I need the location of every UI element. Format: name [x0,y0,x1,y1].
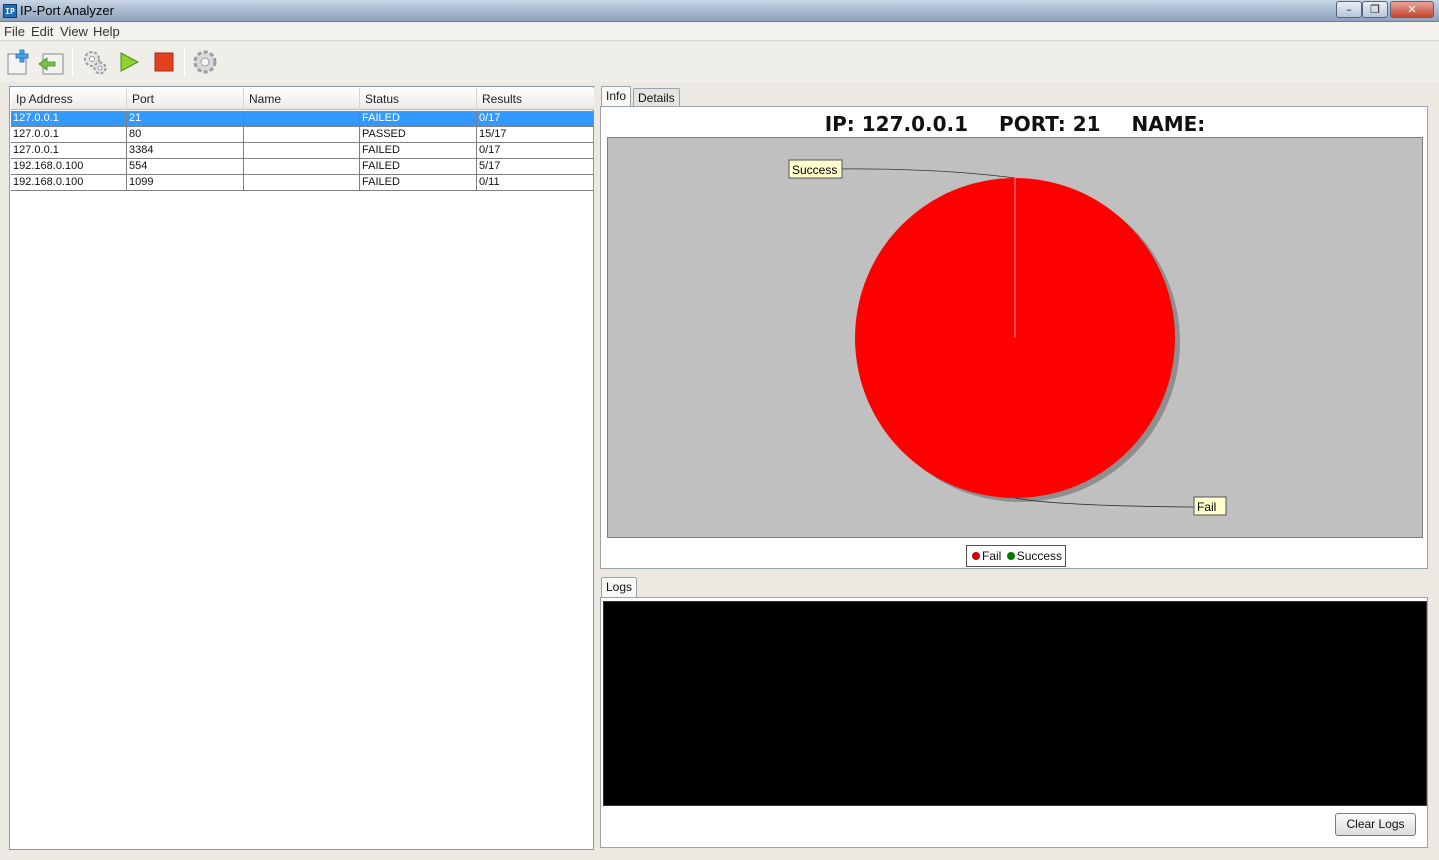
table-row[interactable]: 127.0.0.1 3384 FAILED 0/17 [11,143,594,159]
cell-results: 0/17 [479,112,501,124]
success-slice-label: Success [788,159,843,179]
name-label: NAME: [1131,112,1206,136]
maximize-icon: ❐ [1370,3,1380,16]
title-bar: IP IP-Port Analyzer – ❐ ✕ [0,0,1439,22]
menu-view[interactable]: View [60,24,88,39]
clear-logs-button[interactable]: Clear Logs [1335,813,1416,836]
column-port[interactable]: Port [127,88,244,110]
cell-ip-address: 192.168.0.100 [11,175,127,191]
settings-button[interactable] [191,48,219,76]
stop-button[interactable] [150,48,178,76]
tab-info[interactable]: Info [601,86,632,108]
table-row[interactable]: 192.168.0.100 554 FAILED 5/17 [11,159,594,175]
close-button[interactable]: ✕ [1390,1,1434,18]
import-icon [38,53,64,75]
column-results[interactable]: Results [477,88,594,110]
app-icon: IP [3,4,17,18]
legend-success-label: Success [1016,549,1063,563]
legend-success-dot [1006,552,1015,560]
import-button[interactable] [37,48,65,76]
chart-legend: Fail Success [966,545,1067,567]
settings-gear-icon [193,50,217,74]
minimize-button[interactable]: – [1336,1,1362,18]
cell-results: 0/17 [479,144,501,156]
cell-results: 0/11 [479,176,500,188]
minimize-icon: – [1346,3,1352,16]
cell-status: FAILED [360,111,477,127]
port-label: PORT: 21 [999,112,1101,136]
target-header: IP: 127.0.0.1 PORT: 21 NAME: [601,112,1429,136]
maximize-button[interactable]: ❐ [1362,1,1388,18]
svg-text:Fail: Fail [1197,500,1216,514]
logs-console[interactable] [603,601,1427,806]
cell-results: 5/17 [479,160,501,172]
cell-name [244,127,360,143]
cell-status: FAILED [360,143,477,159]
cell-ip-address: 127.0.0.1 [11,111,127,127]
cell-ip-address: 127.0.0.1 [11,127,127,143]
cell-ip-address: 127.0.0.1 [11,143,127,159]
fail-slice-label: Fail [1193,496,1227,516]
cell-port: 1099 [127,175,244,191]
cell-port: 80 [127,127,244,143]
cell-status: FAILED [360,159,477,175]
tab-logs[interactable]: Logs [601,577,638,599]
cell-results: 15/17 [479,128,507,140]
gears-button[interactable] [81,48,109,76]
cell-name [244,175,360,191]
window-title: IP-Port Analyzer [20,3,114,18]
cell-name [244,159,360,175]
toolbar [0,42,1439,82]
column-ip-address[interactable]: Ip Address [11,88,127,110]
pie-chart-svg: Success Fail [788,159,1227,516]
logs-panel: Clear Logs [600,597,1428,848]
info-panel: IP: 127.0.0.1 PORT: 21 NAME: Success Fail… [600,106,1428,569]
cell-port: 21 [127,111,244,127]
success-leader-line [835,168,1016,179]
cell-status: FAILED [360,175,477,191]
ip-label: IP: 127.0.0.1 [824,112,969,136]
play-icon [120,52,140,72]
cell-status: PASSED [360,127,477,143]
cell-ip-address: 192.168.0.100 [11,159,127,175]
cell-port: 3384 [127,143,244,159]
close-icon: ✕ [1407,3,1417,16]
cell-name [244,143,360,159]
cell-name [244,111,360,127]
hosts-table[interactable]: Ip Address Port Name Status Results 127.… [9,86,594,850]
new-icon [7,49,29,75]
table-row[interactable]: 192.168.0.100 1099 FAILED 0/11 [11,175,594,191]
menu-edit[interactable]: Edit [31,24,53,39]
legend-fail-dot [972,552,980,560]
menu-bar: File Edit View Help [0,22,1439,41]
stop-icon [154,52,174,72]
gears-icon [84,51,107,75]
table-header: Ip Address Port Name Status Results [11,88,594,110]
pie-chart: Success Fail [607,137,1423,538]
start-button[interactable] [116,48,144,76]
toolbar-separator [184,48,185,76]
new-button[interactable] [6,48,34,76]
column-status[interactable]: Status [360,88,477,110]
cell-port: 554 [127,159,244,175]
legend-fail-label: Fail [982,549,1002,563]
table-row[interactable]: 127.0.0.1 80 PASSED 15/17 [11,127,594,143]
menu-file[interactable]: File [4,24,25,39]
menu-help[interactable]: Help [93,24,120,39]
toolbar-separator [72,48,73,76]
column-name[interactable]: Name [244,88,360,110]
svg-text:Success: Success [792,163,837,177]
table-row[interactable]: 127.0.0.1 21 FAILED 0/17 [11,111,594,127]
tab-details[interactable]: Details [633,88,680,108]
